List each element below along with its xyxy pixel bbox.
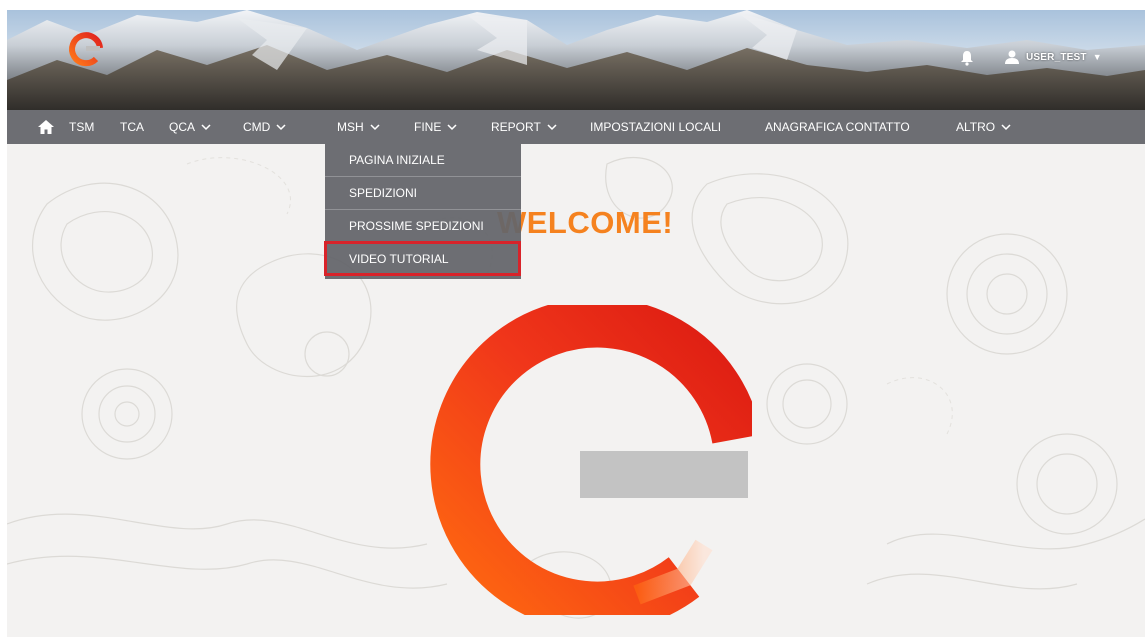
nav-item-cmd[interactable]: CMD xyxy=(243,110,286,144)
user-name-label: USER_TEST xyxy=(1026,51,1087,63)
enel-large-logo xyxy=(430,305,752,615)
nav-item-label: REPORT xyxy=(491,120,541,134)
welcome-heading: WELCOME! xyxy=(497,205,674,240)
nav-item-label: TSM xyxy=(69,120,95,134)
enel-logo-icon[interactable] xyxy=(67,30,105,68)
chevron-down-icon xyxy=(447,123,457,130)
nav-item-anagrafica-contatto[interactable]: ANAGRAFICA CONTATTO xyxy=(765,110,910,144)
nav-item-msh[interactable]: MSH xyxy=(337,110,380,144)
chevron-down-icon xyxy=(547,123,557,130)
dropdown-item-pagina-iniziale[interactable]: PAGINA INIZIALE xyxy=(325,144,521,177)
nav-item-label: FINE xyxy=(414,120,442,134)
nav-item-fine[interactable]: FINE xyxy=(414,110,457,144)
header-banner: USER_TEST ▼ xyxy=(7,10,1145,110)
dropdown-item-spedizioni[interactable]: SPEDIZIONI xyxy=(325,177,521,210)
user-avatar-icon xyxy=(1005,50,1019,64)
chevron-down-icon xyxy=(201,123,211,130)
nav-item-label: IMPOSTAZIONI LOCALI xyxy=(590,120,722,134)
nav-item-report[interactable]: REPORT xyxy=(491,110,557,144)
chevron-down-icon xyxy=(1001,123,1011,130)
msh-dropdown-menu: PAGINA INIZIALE SPEDIZIONI PROSSIME SPED… xyxy=(325,144,521,279)
dropdown-item-video-tutorial[interactable]: VIDEO TUTORIAL xyxy=(325,243,521,276)
nav-item-label: CMD xyxy=(243,120,271,134)
main-navigation-bar: TSM TCA QCA CMD MSH FINE REPORT IMPOSTAZ… xyxy=(7,110,1145,144)
chevron-down-icon xyxy=(370,123,380,130)
nav-item-label: QCA xyxy=(169,120,196,134)
bell-icon[interactable] xyxy=(959,50,975,66)
dropdown-item-prossime-spedizioni[interactable]: PROSSIME SPEDIZIONI xyxy=(325,210,521,243)
page-frame: USER_TEST ▼ TSM TCA QCA CMD MSH FINE REP… xyxy=(7,10,1145,637)
nav-item-impostazioni-locali[interactable]: IMPOSTAZIONI LOCALI xyxy=(590,110,721,144)
chevron-down-icon xyxy=(276,123,286,130)
nav-item-tca[interactable]: TCA xyxy=(120,110,144,144)
nav-item-label: TCA xyxy=(120,120,144,134)
user-menu-caret-icon: ▼ xyxy=(1092,52,1102,62)
nav-item-label: MSH xyxy=(337,120,364,134)
home-icon[interactable] xyxy=(38,120,54,134)
nav-item-label: ANAGRAFICA CONTATTO xyxy=(765,120,910,134)
nav-item-altro[interactable]: ALTRO xyxy=(956,110,1011,144)
nav-item-tsm[interactable]: TSM xyxy=(69,110,94,144)
user-menu[interactable]: USER_TEST ▼ xyxy=(1004,48,1102,66)
nav-item-qca[interactable]: QCA xyxy=(169,110,211,144)
nav-item-label: ALTRO xyxy=(956,120,996,134)
